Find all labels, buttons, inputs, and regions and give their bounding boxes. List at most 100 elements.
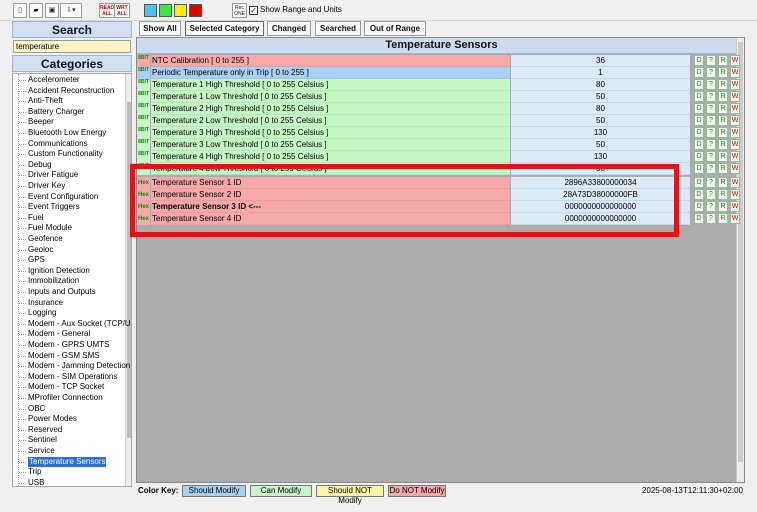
read-button[interactable]: R: [718, 139, 728, 150]
color-swatch-blue[interactable]: [144, 4, 157, 17]
help-button[interactable]: ?: [706, 91, 716, 102]
category-item[interactable]: Modem - Jamming Detection: [18, 361, 130, 371]
category-item[interactable]: Fuel: [19, 213, 44, 223]
default-button[interactable]: D: [694, 127, 704, 138]
color-swatch-red[interactable]: [189, 4, 202, 17]
category-item[interactable]: Insurance: [18, 298, 63, 308]
write-button[interactable]: W: [730, 55, 740, 66]
write-button[interactable]: W: [730, 151, 740, 162]
table-row[interactable]: 8BIT Temperature 4 High Threshold [ 0 to …: [137, 151, 744, 163]
tab-out-of-range[interactable]: Out of Range: [364, 21, 426, 36]
category-item[interactable]: Anti-Theft: [19, 96, 63, 106]
read-button[interactable]: R: [718, 163, 728, 174]
category-item[interactable]: Accident Reconstruction: [18, 86, 114, 96]
category-scrollbar-thumb[interactable]: [127, 102, 131, 438]
category-item[interactable]: Immobilization: [18, 276, 79, 286]
write-button[interactable]: W: [730, 91, 740, 102]
default-button[interactable]: D: [694, 67, 704, 78]
table-row[interactable]: 8BIT Temperature 1 High Threshold [ 0 to …: [137, 79, 744, 91]
category-item[interactable]: Sentinel: [19, 435, 57, 445]
default-button[interactable]: D: [694, 55, 704, 66]
category-item[interactable]: Battery Charger: [18, 107, 84, 117]
help-button[interactable]: ?: [706, 67, 716, 78]
category-item[interactable]: Driver Key: [18, 181, 65, 191]
default-button[interactable]: D: [694, 79, 704, 90]
parameter-value[interactable]: 50: [511, 115, 690, 127]
write-button[interactable]: W: [730, 213, 740, 224]
default-button[interactable]: D: [694, 201, 704, 212]
category-item[interactable]: Reserved: [18, 425, 62, 435]
help-button[interactable]: ?: [706, 127, 716, 138]
write-all-button[interactable]: WRT ALL: [114, 3, 130, 18]
write-button[interactable]: W: [730, 139, 740, 150]
parameter-value[interactable]: 80: [511, 103, 690, 115]
category-item[interactable]: Service: [19, 446, 55, 456]
category-item[interactable]: USB: [18, 478, 44, 486]
default-button[interactable]: D: [694, 115, 704, 126]
help-button[interactable]: ?: [706, 139, 716, 150]
color-swatch-yellow[interactable]: [174, 4, 187, 17]
category-item[interactable]: Temperature Sensors: [18, 456, 107, 467]
open-folder-icon[interactable]: ▰: [29, 3, 43, 18]
category-item[interactable]: Event Configuration: [18, 192, 98, 202]
category-item[interactable]: Power Modes: [19, 414, 77, 424]
default-button[interactable]: D: [694, 213, 704, 224]
save-icon[interactable]: ▣: [45, 3, 59, 18]
category-item[interactable]: Modem - GSM SMS: [19, 351, 100, 361]
new-file-icon[interactable]: ▯: [13, 3, 27, 18]
default-button[interactable]: D: [694, 91, 704, 102]
write-button[interactable]: W: [730, 67, 740, 78]
category-item[interactable]: Ignition Detection: [19, 266, 90, 276]
category-item[interactable]: Trip: [18, 467, 41, 477]
parameter-value[interactable]: 130: [511, 151, 690, 163]
color-swatch-green[interactable]: [159, 4, 172, 17]
table-row[interactable]: 8BIT NTC Calibration [ 0 to 255 ] 36 D? R W: [137, 55, 744, 67]
table-row[interactable]: 8BIT Periodic Temperature only in Trip [ …: [137, 67, 744, 79]
default-button[interactable]: D: [694, 163, 704, 174]
read-button[interactable]: R: [718, 67, 728, 78]
write-button[interactable]: W: [730, 115, 740, 126]
write-button[interactable]: W: [730, 103, 740, 114]
write-button[interactable]: W: [730, 189, 740, 200]
show-range-checkbox[interactable]: ✓: [249, 6, 258, 15]
default-button[interactable]: D: [694, 139, 704, 150]
help-button[interactable]: ?: [706, 55, 716, 66]
category-item[interactable]: Modem - SIM Operations: [18, 372, 117, 382]
read-button[interactable]: R: [718, 127, 728, 138]
write-button[interactable]: W: [730, 79, 740, 90]
record-one-button[interactable]: Rec ONE: [232, 3, 247, 18]
read-button[interactable]: R: [718, 213, 728, 224]
parameter-value[interactable]: 80: [511, 79, 690, 91]
default-button[interactable]: D: [694, 103, 704, 114]
read-button[interactable]: R: [718, 201, 728, 212]
read-button[interactable]: R: [718, 55, 728, 66]
parameter-value[interactable]: 50: [511, 139, 690, 151]
category-item[interactable]: MProfiler Connection: [19, 393, 103, 403]
tab-searched[interactable]: Searched: [315, 21, 361, 36]
category-item[interactable]: Debug: [19, 160, 52, 170]
write-button[interactable]: W: [730, 177, 740, 188]
help-button[interactable]: ?: [706, 163, 716, 174]
read-button[interactable]: R: [718, 115, 728, 126]
category-item[interactable]: Modem - TCP Socket: [18, 382, 104, 392]
category-list[interactable]: Accelerometer Accident Reconstruction Anti…: [12, 73, 132, 487]
tab-selected-category[interactable]: Selected Category: [185, 21, 264, 36]
read-button[interactable]: R: [718, 103, 728, 114]
read-all-button[interactable]: READ ALL: [99, 3, 115, 18]
parameter-value[interactable]: 36: [511, 55, 690, 67]
help-button[interactable]: ?: [706, 115, 716, 126]
default-button[interactable]: D: [694, 189, 704, 200]
parameter-value[interactable]: 1: [511, 67, 690, 79]
help-button[interactable]: ?: [706, 177, 716, 188]
category-item[interactable]: Modem - GPRS UMTS: [18, 340, 109, 350]
table-row[interactable]: 8BIT Temperature 2 Low Threshold [ 0 to 2…: [137, 115, 744, 127]
write-button[interactable]: W: [730, 201, 740, 212]
category-item[interactable]: Fuel Module: [18, 223, 72, 233]
table-row[interactable]: 8BIT Temperature 3 High Threshold [ 0 to …: [137, 127, 744, 139]
category-item[interactable]: Communications: [19, 139, 88, 149]
read-button[interactable]: R: [718, 79, 728, 90]
category-item[interactable]: Geoloc: [18, 245, 53, 255]
help-button[interactable]: ?: [706, 213, 716, 224]
help-button[interactable]: ?: [706, 103, 716, 114]
category-item[interactable]: Modem - Aux Socket (TCP/UD: [18, 319, 131, 329]
